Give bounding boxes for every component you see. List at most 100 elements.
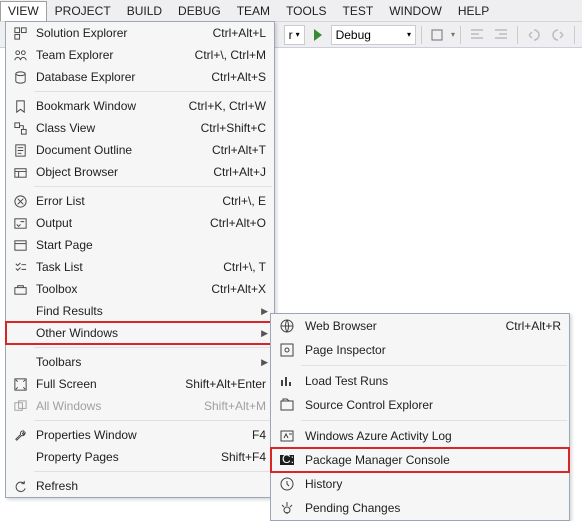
view-menu-item-all-windows[interactable]: All WindowsShift+Alt+M: [6, 395, 274, 417]
other-windows-submenu: Web BrowserCtrl+Alt+R Page Inspector Load …: [270, 313, 570, 521]
menu-item-shortcut: Ctrl+Shift+C: [201, 121, 266, 135]
fullscreen-icon: [10, 377, 30, 392]
view-menu-item-properties-window[interactable]: Properties WindowF4: [6, 424, 274, 446]
menu-tools[interactable]: TOOLS: [278, 1, 334, 21]
view-menu-item-solution-explorer[interactable]: Solution ExplorerCtrl+Alt+L: [6, 22, 274, 44]
tool-icon[interactable]: [427, 24, 449, 46]
source-icon: [275, 397, 299, 413]
view-menu-item-toolbox[interactable]: ToolboxCtrl+Alt+X: [6, 278, 274, 300]
menu-item-label: Toolbars: [30, 355, 266, 369]
other-windows-item-load-test-runs[interactable]: Load Test Runs: [271, 369, 569, 393]
other-windows-item-web-browser[interactable]: Web BrowserCtrl+Alt+R: [271, 314, 569, 338]
view-menu-item-find-results[interactable]: Find Results▶: [6, 300, 274, 322]
separator: [301, 420, 567, 421]
view-menu-item-document-outline[interactable]: Document OutlineCtrl+Alt+T: [6, 139, 274, 161]
menu-project[interactable]: PROJECT: [47, 1, 119, 21]
menu-build[interactable]: BUILD: [119, 1, 170, 21]
combo-1[interactable]: r▾: [284, 25, 305, 45]
menu-item-label: History: [299, 477, 561, 491]
menu-item-shortcut: Ctrl+Alt+R: [506, 319, 561, 333]
menu-team[interactable]: TEAM: [229, 1, 278, 21]
menu-item-label: Solution Explorer: [30, 26, 213, 40]
other-windows-item-source-control-explorer[interactable]: Source Control Explorer: [271, 393, 569, 417]
menu-item-shortcut: Shift+F4: [221, 450, 266, 464]
menu-item-shortcut: Ctrl+\, Ctrl+M: [195, 48, 266, 62]
view-menu-item-error-list[interactable]: Error ListCtrl+\, E: [6, 190, 274, 212]
view-menu-item-toolbars[interactable]: Toolbars▶: [6, 351, 274, 373]
menu-item-shortcut: Ctrl+Alt+T: [212, 143, 266, 157]
submenu-arrow-icon: ▶: [261, 306, 268, 317]
redo-icon[interactable]: [547, 24, 569, 46]
menu-item-label: Load Test Runs: [299, 374, 561, 388]
menu-item-label: Error List: [30, 194, 222, 208]
other-windows-item-page-inspector[interactable]: Page Inspector: [271, 338, 569, 362]
menu-item-label: Pending Changes: [299, 501, 561, 515]
bookmark-icon: [10, 99, 30, 114]
menu-item-shortcut: Ctrl+Alt+X: [211, 282, 266, 296]
view-menu-item-database-explorer[interactable]: Database ExplorerCtrl+Alt+S: [6, 66, 274, 88]
menu-item-shortcut: Ctrl+Alt+S: [211, 70, 266, 84]
menu-item-label: Page Inspector: [299, 343, 561, 357]
config-combo[interactable]: Debug▾: [331, 25, 416, 45]
undo-icon[interactable]: [523, 24, 545, 46]
menu-item-label: Source Control Explorer: [299, 398, 561, 412]
separator: [34, 471, 272, 472]
menu-item-label: Refresh: [30, 479, 266, 493]
menu-help[interactable]: HELP: [450, 1, 497, 21]
view-menu-item-start-page[interactable]: Start Page: [6, 234, 274, 256]
toolbox-icon: [10, 282, 30, 297]
allwindows-icon: [10, 399, 30, 414]
view-menu-item-object-browser[interactable]: Object BrowserCtrl+Alt+J: [6, 161, 274, 183]
separator: [34, 347, 272, 348]
menu-item-shortcut: Ctrl+Alt+O: [210, 216, 266, 230]
menu-item-label: All Windows: [30, 399, 204, 413]
view-menu-item-other-windows[interactable]: Other Windows▶: [6, 322, 274, 344]
startpage-icon: [10, 238, 30, 253]
separator: [34, 186, 272, 187]
play-icon[interactable]: [307, 24, 329, 46]
classview-icon: [10, 121, 30, 136]
menu-test[interactable]: TEST: [335, 1, 382, 21]
menu-item-shortcut: Ctrl+Alt+L: [213, 26, 266, 40]
view-menu-dropdown: Solution ExplorerCtrl+Alt+LTeam Explorer…: [5, 21, 275, 498]
indent-icon[interactable]: [466, 24, 488, 46]
view-menu-item-full-screen[interactable]: Full ScreenShift+Alt+Enter: [6, 373, 274, 395]
menu-item-label: Database Explorer: [30, 70, 211, 84]
menu-item-label: Web Browser: [299, 319, 506, 333]
menubar: VIEWPROJECTBUILDDEBUGTEAMTOOLSTESTWINDOW…: [0, 0, 582, 22]
view-menu-item-bookmark-window[interactable]: Bookmark WindowCtrl+K, Ctrl+W: [6, 95, 274, 117]
view-menu-item-task-list[interactable]: Task ListCtrl+\, T: [6, 256, 274, 278]
database-icon: [10, 70, 30, 85]
menu-window[interactable]: WINDOW: [381, 1, 450, 21]
view-menu-item-class-view[interactable]: Class ViewCtrl+Shift+C: [6, 117, 274, 139]
separator: [34, 420, 272, 421]
menu-view[interactable]: VIEW: [0, 1, 47, 21]
globe-icon: [275, 318, 299, 334]
view-menu-item-output[interactable]: OutputCtrl+Alt+O: [6, 212, 274, 234]
other-windows-item-windows-azure-activity-log[interactable]: Windows Azure Activity Log: [271, 424, 569, 448]
other-windows-item-package-manager-console[interactable]: C:\Package Manager Console: [271, 448, 569, 472]
outdent-icon[interactable]: [490, 24, 512, 46]
menu-debug[interactable]: DEBUG: [170, 1, 229, 21]
menu-item-label: Find Results: [30, 304, 266, 318]
tasklist-icon: [10, 260, 30, 275]
other-windows-item-pending-changes[interactable]: Pending Changes: [271, 496, 569, 520]
separator: [301, 365, 567, 366]
view-menu-item-team-explorer[interactable]: Team ExplorerCtrl+\, Ctrl+M: [6, 44, 274, 66]
menu-item-label: Properties Window: [30, 428, 252, 442]
menu-item-label: Start Page: [30, 238, 266, 252]
view-menu-item-refresh[interactable]: Refresh: [6, 475, 274, 497]
menu-item-label: Bookmark Window: [30, 99, 189, 113]
refresh-icon: [10, 479, 30, 494]
team-icon: [10, 48, 30, 63]
menu-item-shortcut: Ctrl+Alt+J: [213, 165, 266, 179]
menu-item-label: Object Browser: [30, 165, 213, 179]
view-menu-item-property-pages[interactable]: Property PagesShift+F4: [6, 446, 274, 468]
wrench-icon: [10, 428, 30, 443]
console-icon: C:\: [275, 452, 299, 468]
other-windows-item-history[interactable]: History: [271, 472, 569, 496]
menu-item-label: Property Pages: [30, 450, 221, 464]
pending-icon: [275, 500, 299, 516]
menu-item-label: Output: [30, 216, 210, 230]
menu-item-label: Toolbox: [30, 282, 211, 296]
